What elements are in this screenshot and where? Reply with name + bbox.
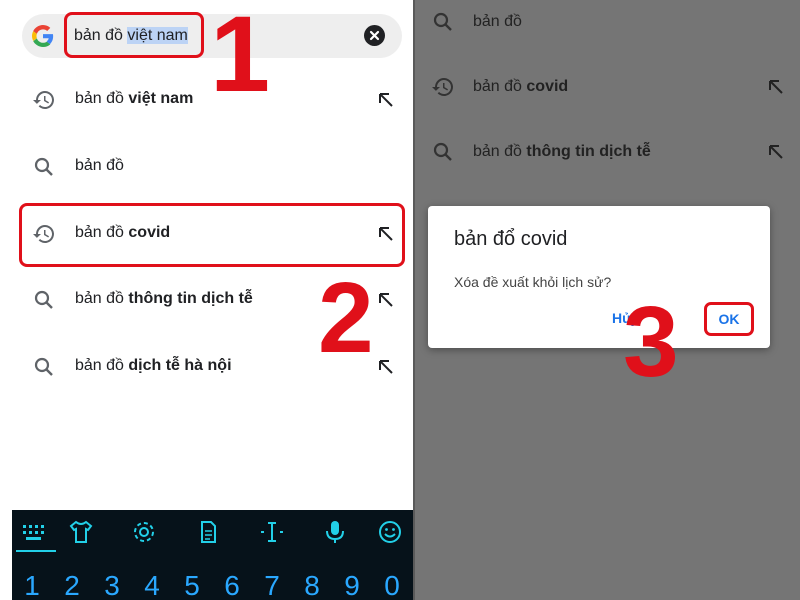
suggestion-text: bản đồ thông tin dịch tễ	[473, 143, 651, 160]
ok-button[interactable]: OK	[704, 302, 754, 336]
search-icon	[34, 157, 53, 176]
search-icon	[34, 357, 53, 376]
emoji-icon[interactable]	[376, 518, 404, 546]
step-number-3: 3	[623, 286, 679, 398]
fill-query-arrow-icon[interactable]	[374, 355, 398, 379]
fill-query-arrow-icon[interactable]	[764, 75, 788, 99]
key-3[interactable]: 3	[92, 570, 132, 600]
keyboard-toolbar	[12, 510, 413, 554]
remove-suggestion-dialog: bản đổ covid Xóa đề xuất khỏi lịch sử? H…	[428, 206, 770, 348]
suggestion-row[interactable]: bản đồ thông tin dịch tễ	[415, 134, 800, 194]
suggestion-row[interactable]: bản đồ covid	[415, 69, 800, 129]
fill-query-arrow-icon[interactable]	[374, 88, 398, 112]
key-2[interactable]: 2	[52, 570, 92, 600]
key-4[interactable]: 4	[132, 570, 172, 600]
suggestion-text: bản đồ	[75, 157, 124, 174]
dialog-message: Xóa đề xuất khỏi lịch sử?	[454, 274, 612, 290]
fill-query-arrow-icon[interactable]	[764, 140, 788, 164]
keyboard-hide-icon[interactable]	[20, 518, 48, 546]
text-cursor-icon[interactable]	[258, 518, 286, 546]
highlight-box-step2	[19, 203, 405, 267]
microphone-icon[interactable]	[321, 518, 349, 546]
suggestion-text: bản đồ thông tin dịch tễ	[75, 290, 253, 307]
number-row: 1 2 3 4 5 6 7 8 9 0	[12, 570, 413, 600]
gear-icon[interactable]	[130, 518, 158, 546]
key-1[interactable]: 1	[12, 570, 52, 600]
suggestion-text: bản đồ covid	[473, 78, 569, 95]
dialog-title: bản đổ covid	[454, 228, 568, 250]
right-screenshot: bản đồ bản đồ covid bản đồ thông tin dịc…	[415, 0, 800, 600]
suggestion-text: bản đồ việt nam	[75, 90, 194, 107]
suggestion-row[interactable]: bản đồ	[0, 137, 413, 197]
keyboard-tab-underline	[16, 550, 56, 552]
close-icon	[369, 30, 380, 41]
key-7[interactable]: 7	[252, 570, 292, 600]
clipboard-icon[interactable]	[194, 518, 222, 546]
search-icon	[433, 142, 452, 161]
key-8[interactable]: 8	[292, 570, 332, 600]
key-6[interactable]: 6	[212, 570, 252, 600]
suggestion-row[interactable]: bản đồ việt nam	[0, 70, 413, 130]
key-9[interactable]: 9	[332, 570, 372, 600]
key-0[interactable]: 0	[372, 570, 412, 600]
fill-query-arrow-icon[interactable]	[374, 288, 398, 312]
clear-search-button[interactable]	[364, 25, 385, 46]
highlight-box-step1	[64, 12, 204, 58]
history-icon	[33, 91, 54, 109]
key-5[interactable]: 5	[172, 570, 212, 600]
suggestion-row[interactable]: bản đồ	[415, 4, 800, 64]
suggestion-text: bản đồ dịch tễ hà nội	[75, 357, 232, 374]
search-icon	[433, 12, 452, 31]
google-logo-icon	[32, 25, 54, 47]
left-screenshot: bản đồ việt nam 1 bản đồ việt nam bản đồ…	[0, 0, 413, 600]
keyboard[interactable]: 1 2 3 4 5 6 7 8 9 0	[12, 510, 413, 600]
search-icon	[34, 290, 53, 309]
suggestion-text: bản đồ	[473, 13, 522, 30]
shirt-icon[interactable]	[67, 518, 95, 546]
step-number-2: 2	[318, 262, 374, 374]
history-icon	[432, 78, 453, 96]
